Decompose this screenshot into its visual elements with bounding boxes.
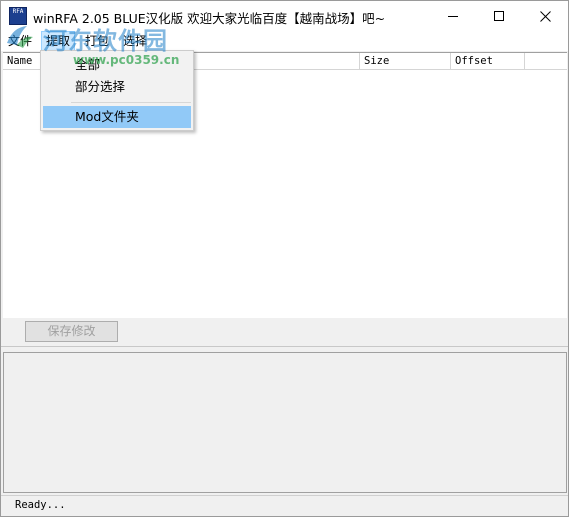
menu-item-all[interactable]: 全部 <box>43 54 191 76</box>
close-button[interactable] <box>522 1 568 31</box>
action-strip: 保存修改 <box>1 318 568 345</box>
menu-item-mod-folder[interactable]: Mod文件夹 <box>43 106 191 128</box>
menu-bar: 文件 提取 打包 选择 <box>1 31 568 51</box>
close-icon <box>539 10 551 22</box>
app-icon-label: RFA <box>12 8 24 15</box>
main-window: RFA winRFA 2.05 BLUE汉化版 欢迎大家光临百度【越南战场】吧~… <box>0 0 569 517</box>
log-panel <box>3 352 567 493</box>
menu-select[interactable]: 选择 <box>119 31 151 51</box>
column-header-offset[interactable]: Offset <box>451 53 525 70</box>
column-header-empty <box>525 53 567 70</box>
menu-separator <box>71 102 191 103</box>
menu-pack[interactable]: 打包 <box>81 31 113 51</box>
app-icon: RFA <box>9 7 27 25</box>
status-bar: Ready... <box>1 495 568 516</box>
maximize-button[interactable] <box>476 1 522 31</box>
status-text: Ready... <box>15 499 66 511</box>
save-changes-button[interactable]: 保存修改 <box>25 321 118 342</box>
column-header-size[interactable]: Size <box>360 53 451 70</box>
minimize-button[interactable] <box>430 1 476 31</box>
menu-file[interactable]: 文件 <box>4 31 36 51</box>
window-title: winRFA 2.05 BLUE汉化版 欢迎大家光临百度【越南战场】吧~ <box>33 11 386 26</box>
title-bar[interactable]: RFA winRFA 2.05 BLUE汉化版 欢迎大家光临百度【越南战场】吧~ <box>1 1 568 31</box>
maximize-icon <box>494 11 504 21</box>
menu-item-partial-select[interactable]: 部分选择 <box>43 76 191 98</box>
pane-divider[interactable] <box>1 346 568 351</box>
menu-extract[interactable]: 提取 <box>41 31 76 51</box>
minimize-icon <box>448 15 458 17</box>
extract-dropdown-menu: 全部 部分选择 Mod文件夹 <box>40 50 194 131</box>
